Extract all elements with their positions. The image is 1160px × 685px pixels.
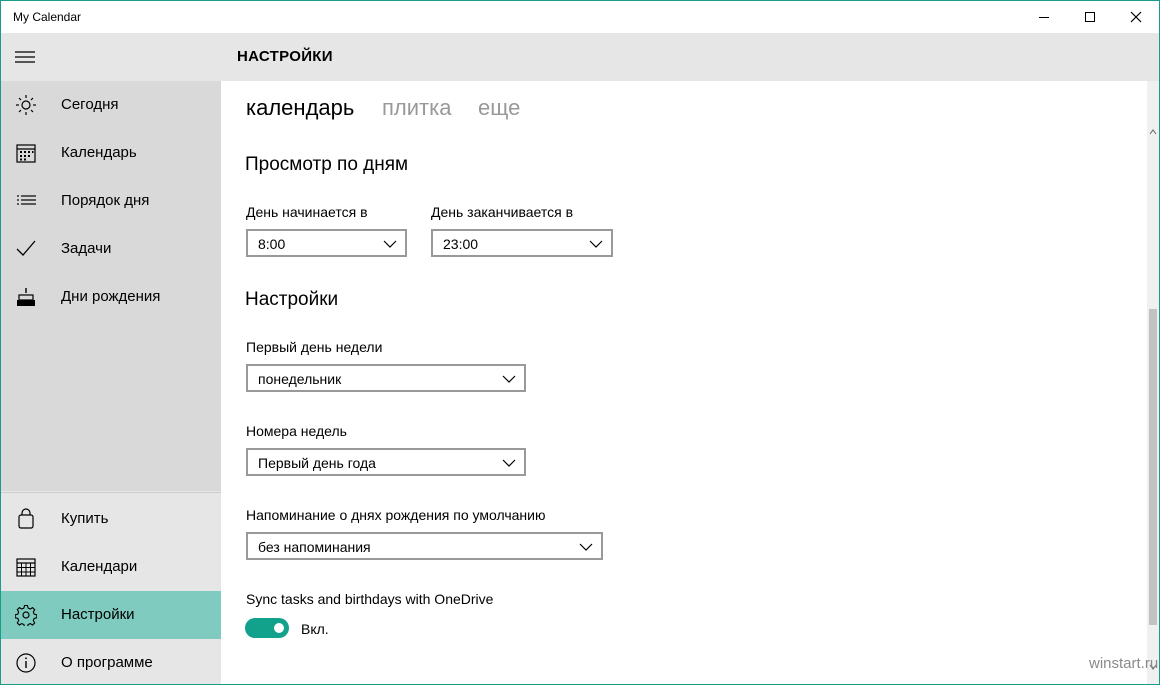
day-start-value: 8:00 [258,236,286,252]
sidebar-item-label: Порядок дня [61,192,150,209]
birthday-reminder-value: без напоминания [258,539,371,555]
maximize-button[interactable] [1067,1,1113,33]
close-icon [1130,11,1142,23]
hamburger-row [1,33,221,81]
info-icon [16,653,36,673]
day-end-label: День заканчивается в [431,204,574,220]
day-view-section-title: Просмотр по дням [245,154,409,175]
week-numbers-value: Первый день года [258,455,376,471]
maximize-icon [1085,12,1095,22]
birthday-reminder-dropdown[interactable]: без напоминания [246,532,603,560]
scroll-up-arrow-icon[interactable] [1149,128,1157,136]
calendar-icon [16,144,36,163]
watermark: winstart.ru [1089,655,1159,672]
sidebar-item-label: Задачи [61,240,112,257]
tab-more[interactable]: еще [478,95,520,121]
day-end-dropdown[interactable]: 23:00 [431,229,613,257]
sidebar-item-today[interactable]: Сегодня [1,81,221,129]
chevron-down-icon [589,240,603,248]
sidebar-item-birthdays[interactable]: Дни рождения [1,273,221,321]
sidebar-item-settings[interactable]: Настройки [1,591,221,639]
sidebar-item-label: О программе [61,654,153,671]
toggle-state-text: Вкл. [301,621,329,637]
tab-calendar[interactable]: календарь [246,95,354,121]
sidebar-item-calendar[interactable]: Календарь [1,129,221,177]
toggle-knob [274,623,284,633]
title-bar: My Calendar [1,1,1159,33]
sidebar-item-about[interactable]: О программе [1,639,221,684]
sidebar-item-label: Настройки [61,606,135,623]
list-icon [17,195,36,205]
birthday-reminder-label: Напоминание о днях рождения по умолчанию [246,507,546,523]
chevron-down-icon [383,240,397,248]
sidebar-item-label: Календарь [61,144,137,161]
sidebar-item-buy[interactable]: Купить [1,495,221,543]
day-start-dropdown[interactable]: 8:00 [246,229,407,257]
sidebar-item-agenda[interactable]: Порядок дня [1,177,221,225]
checkmark-icon [16,240,36,256]
cake-icon [17,288,35,306]
hamburger-menu-icon[interactable] [15,49,35,65]
minimize-icon [1039,17,1049,18]
day-start-label: День начинается в [246,204,368,220]
chevron-down-icon [502,375,516,383]
week-numbers-label: Номера недель [246,423,347,439]
page-header: НАСТРОЙКИ [221,33,1159,81]
nav-upper: Сегодня Календарь Порядок дня Задачи Дни… [1,81,221,491]
gear-icon [15,604,37,626]
week-numbers-dropdown[interactable]: Первый день года [246,448,526,476]
chevron-down-icon [502,459,516,467]
sidebar-item-label: Календари [61,558,138,575]
first-day-value: понедельник [258,371,342,387]
page-title: НАСТРОЙКИ [237,48,333,65]
onedrive-sync-label: Sync tasks and birthdays with OneDrive [246,591,494,607]
first-day-dropdown[interactable]: понедельник [246,364,526,392]
app-title: My Calendar [13,10,82,24]
onedrive-sync-toggle[interactable] [245,618,289,638]
sidebar-item-tasks[interactable]: Задачи [1,225,221,273]
sidebar-item-label: Дни рождения [61,288,161,305]
first-day-label: Первый день недели [246,339,383,355]
calendar-grid-icon [16,558,36,577]
minimize-button[interactable] [1021,1,1067,33]
sidebar-item-label: Сегодня [61,96,119,113]
day-end-value: 23:00 [443,236,479,252]
chevron-down-icon [579,543,593,551]
tab-tile[interactable]: плитка [382,95,451,121]
scrollbar-thumb[interactable] [1149,309,1157,625]
sidebar: Сегодня Календарь Порядок дня Задачи Дни… [1,33,221,684]
sidebar-item-calendars[interactable]: Календари [1,543,221,591]
settings-section-title: Настройки [245,289,339,310]
sun-icon [16,95,36,115]
sidebar-item-label: Купить [61,510,109,527]
nav-lower: Купить Календари Настройки О программе [1,492,221,684]
vertical-scrollbar[interactable] [1147,81,1159,684]
close-button[interactable] [1113,1,1159,33]
app-window: My Calendar Сегодня Календарь Порядок дн… [0,0,1160,685]
settings-content: календарь плитка еще Просмотр по дням Де… [221,81,1147,684]
shopping-bag-icon [18,508,34,529]
